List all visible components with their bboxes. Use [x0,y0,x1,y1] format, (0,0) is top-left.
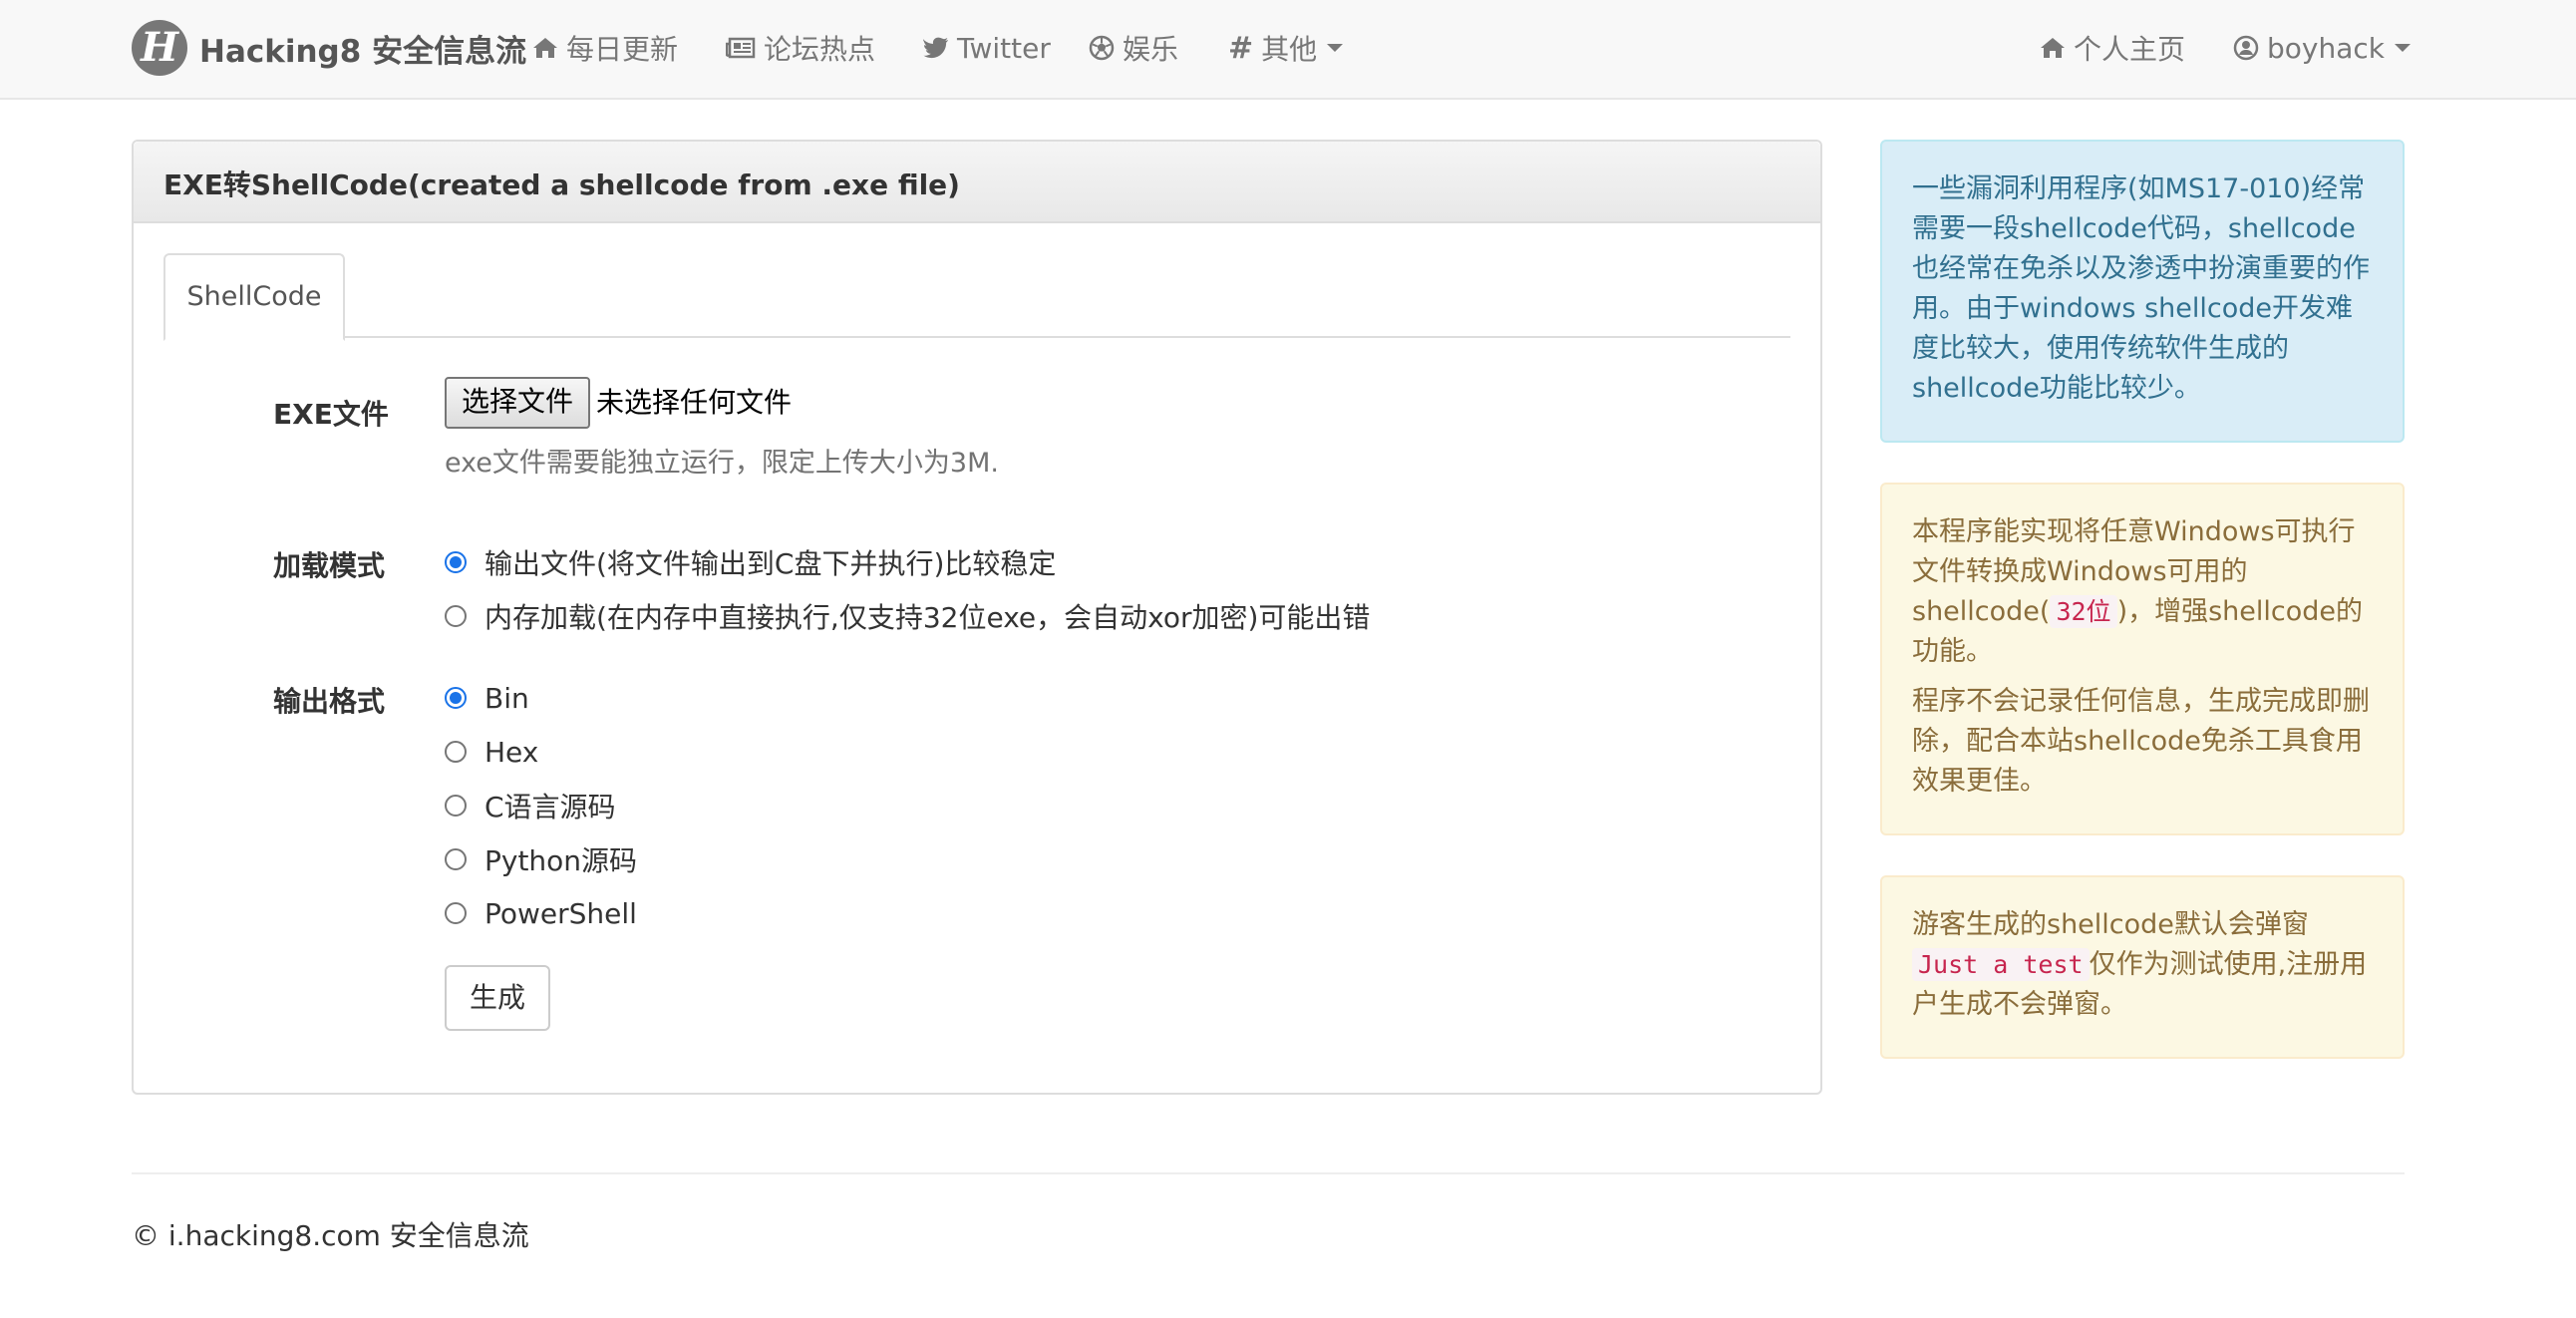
radio-label: 输出文件(将文件输出到C盘下并执行)比较稳定 [484,547,1057,580]
caret-down-icon [1327,44,1344,52]
radio-button[interactable] [445,605,467,627]
nav-item-daily-updates[interactable]: 每日更新 [532,26,678,70]
radio-label: Python源码 [484,844,638,877]
nav-item-label: Twitter [957,31,1051,65]
nav-item-label: 论坛热点 [764,33,876,66]
nav-item-label: 个人主页 [2074,33,2186,66]
twitter-icon [923,37,948,59]
load-mode-label: 加载模式 [273,549,386,582]
code-just-a-test: Just a test [1912,948,2090,981]
brand-link[interactable]: H Hacking8 安全信息流 [132,20,526,76]
nav-dropdown-other[interactable]: # 其他 [1228,26,1344,70]
file-help-text: exe文件需要能独立运行，限定上传大小为3M. [445,448,999,479]
user-name: boyhack [2267,31,2385,65]
shellcode-panel: EXE转ShellCode(created a shellcode from .… [132,140,1822,1095]
tabs-divider [163,336,1790,338]
soccer-ball-icon [1089,35,1115,61]
radio-label: Hex [484,735,539,769]
load-mode-option-output-file[interactable]: 输出文件(将文件输出到C盘下并执行)比较稳定 [445,542,1056,582]
info-alert: 一些漏洞利用程序(如MS17-010)经常需要一段shellcode代码，she… [1880,140,2405,443]
warning-alert-guest: 游客生成的shellcode默认会弹窗Just a test 仅作为测试使用,注册… [1880,875,2405,1059]
exe-file-label: EXE文件 [273,398,389,431]
choose-file-button[interactable]: 选择文件 [445,377,590,429]
radio-label: 内存加载(在内存中直接执行,仅支持32位exe，会自动xor加密)可能出错 [484,601,1371,634]
nav-item-personal-home[interactable]: 个人主页 [2040,26,2185,70]
brand-title: Hacking8 安全信息流 [199,33,527,70]
output-format-option-hex[interactable]: Hex [445,732,538,772]
user-circle-icon [2233,35,2259,61]
radio-button[interactable] [445,902,467,924]
code-32bit: 32位 [2050,595,2117,628]
panel-title: EXE转ShellCode(created a shellcode from .… [163,168,960,201]
radio-label: C语言源码 [484,791,616,824]
warning-paragraph: 本程序能实现将任意Windows可执行文件转换成Windows可用的shellc… [1912,512,2373,672]
footer-copyright: © i.hacking8.com 安全信息流 [132,1219,529,1252]
radio-button[interactable] [445,687,467,709]
nav-item-label: 每日更新 [566,33,679,66]
output-format-option-bin[interactable]: Bin [445,678,529,718]
nav-dropdown-user[interactable]: boyhack [2233,26,2411,70]
nav-item-label: 娱乐 [1123,33,1179,66]
file-status-text: 未选择任何文件 [596,386,793,419]
radio-label: Bin [484,681,529,715]
nav-item-entertainment[interactable]: 娱乐 [1089,26,1178,70]
output-format-label: 输出格式 [273,685,386,718]
newspaper-icon [726,37,756,59]
load-mode-option-memory[interactable]: 内存加载(在内存中直接执行,仅支持32位exe，会自动xor加密)可能出错 [445,596,1370,636]
home-icon [2041,38,2065,58]
warning-text: 游客生成的shellcode默认会弹窗 [1912,909,2309,940]
hashtag-icon: # [1228,30,1254,66]
radio-label: PowerShell [484,896,637,930]
home-icon [533,38,557,58]
top-navbar: H Hacking8 安全信息流 每日更新 论坛热点 Twitter 娱乐 # … [0,0,2576,100]
panel-heading: EXE转ShellCode(created a shellcode from .… [134,142,1820,223]
nav-item-label: 其他 [1261,33,1318,66]
generate-button[interactable]: 生成 [445,965,550,1031]
footer-divider [132,1172,2405,1174]
brand-logo-icon: H [132,20,187,76]
radio-button[interactable] [445,551,467,573]
tab-shellcode[interactable]: ShellCode [163,253,345,341]
caret-down-icon [2395,44,2411,52]
radio-button[interactable] [445,848,467,870]
info-alert-text: 一些漏洞利用程序(如MS17-010)经常需要一段shellcode代码，she… [1912,173,2370,404]
radio-button[interactable] [445,741,467,763]
warning-alert-converter: 本程序能实现将任意Windows可执行文件转换成Windows可用的shellc… [1880,483,2405,835]
output-format-option-powershell[interactable]: PowerShell [445,893,637,933]
output-format-option-c-source[interactable]: C语言源码 [445,786,616,825]
output-format-option-python-source[interactable]: Python源码 [445,839,637,879]
nav-item-forum-hot[interactable]: 论坛热点 [726,26,875,70]
radio-button[interactable] [445,795,467,817]
warning-paragraph: 程序不会记录任何信息，生成完成即删除，配合本站shellcode免杀工具食用效果… [1912,686,2370,797]
nav-item-twitter[interactable]: Twitter [923,26,1051,70]
